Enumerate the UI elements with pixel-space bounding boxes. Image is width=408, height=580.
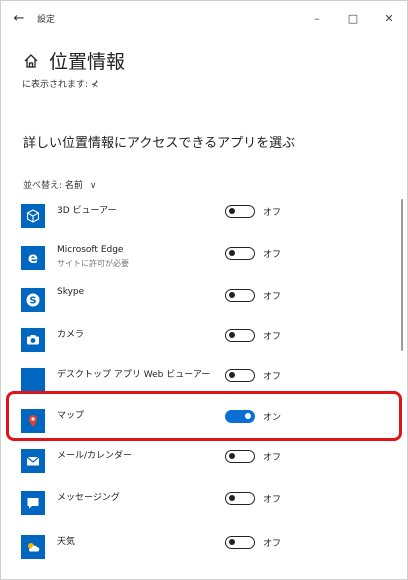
location-toggle[interactable] bbox=[225, 450, 255, 463]
toggle-knob bbox=[229, 208, 235, 214]
page-title: 位置情報 bbox=[49, 51, 126, 73]
app-row: マップ オン bbox=[1, 404, 407, 444]
back-button[interactable]: ← bbox=[1, 11, 37, 26]
location-toggle[interactable] bbox=[225, 536, 255, 549]
weather-icon bbox=[21, 535, 45, 559]
window-controls: – □ ✕ bbox=[299, 1, 407, 35]
home-icon bbox=[24, 53, 38, 68]
app-row: S Skype オフ bbox=[1, 283, 407, 323]
svg-text:e: e bbox=[28, 250, 38, 266]
toggle-state-label: オフ bbox=[263, 495, 282, 505]
location-toggle[interactable] bbox=[225, 247, 255, 260]
toggle-knob bbox=[229, 453, 235, 459]
toggle-knob bbox=[229, 250, 235, 256]
location-toggle[interactable] bbox=[225, 329, 255, 342]
location-subtext: に表示されます: ⊀ bbox=[22, 80, 99, 90]
toggle-knob bbox=[229, 332, 235, 338]
sort-value: 名前 bbox=[64, 181, 83, 191]
app-name: 天気 bbox=[57, 537, 76, 547]
app-name: デスクトップ アプリ Web ビューアー bbox=[57, 370, 211, 380]
toggle-state-label: オフ bbox=[263, 539, 282, 549]
app-row: メッセージング オフ bbox=[1, 486, 407, 526]
app-name: メッセージング bbox=[57, 493, 120, 503]
maps-icon bbox=[21, 409, 45, 433]
settings-window: ← 設定 – □ ✕ 位置情報 に表示されます: ⊀ 詳しい位置情報にアクセスで… bbox=[0, 0, 408, 580]
toggle-state-label: オフ bbox=[263, 332, 282, 342]
toggle-state-label: オフ bbox=[263, 208, 282, 218]
toggle-knob bbox=[229, 292, 235, 298]
toggle-state-label: オフ bbox=[263, 372, 282, 382]
sort-label: 並べ替え: bbox=[23, 181, 63, 191]
toggle-knob bbox=[229, 495, 235, 501]
app-row: デスクトップ アプリ Web ビューアー オフ bbox=[1, 363, 407, 403]
app-row: メール/カレンダー オフ bbox=[1, 444, 407, 484]
toggle-state-label: オフ bbox=[263, 292, 282, 302]
location-toggle[interactable] bbox=[225, 410, 255, 423]
toggle-state-label: オフ bbox=[263, 250, 282, 260]
close-button[interactable]: ✕ bbox=[371, 1, 407, 35]
app-name: マップ bbox=[57, 411, 85, 421]
window-title: 設定 bbox=[37, 14, 56, 25]
chevron-down-icon: ∨ bbox=[89, 181, 97, 191]
app-row: 天気 オフ bbox=[1, 530, 407, 570]
cube-icon bbox=[21, 204, 45, 228]
svg-text:S: S bbox=[29, 296, 36, 307]
app-name: Skype bbox=[57, 287, 85, 297]
location-toggle[interactable] bbox=[225, 369, 255, 382]
sort-dropdown[interactable]: 並べ替え: 名前 ∨ bbox=[23, 178, 96, 191]
skype-icon: S bbox=[21, 288, 45, 312]
toggle-knob bbox=[245, 413, 251, 419]
location-toggle[interactable] bbox=[225, 492, 255, 505]
edge-icon: e bbox=[21, 246, 45, 270]
toggle-state-label: オフ bbox=[263, 453, 282, 463]
scrollbar[interactable] bbox=[401, 199, 403, 351]
app-row: e Microsoft Edge サイトに許可が必要 オフ bbox=[1, 241, 407, 281]
toggle-knob bbox=[229, 372, 235, 378]
app-name: カメラ bbox=[57, 330, 85, 340]
maximize-button[interactable]: □ bbox=[335, 1, 371, 35]
location-toggle[interactable] bbox=[225, 289, 255, 302]
web-viewer-icon bbox=[21, 368, 45, 392]
app-row: 3D ビューアー オフ bbox=[1, 199, 407, 239]
camera-icon bbox=[21, 328, 45, 352]
app-subtitle: サイトに許可が必要 bbox=[57, 259, 129, 268]
section-heading: 詳しい位置情報にアクセスできるアプリを選ぶ bbox=[23, 136, 296, 151]
messaging-icon bbox=[21, 491, 45, 515]
location-toggle[interactable] bbox=[225, 205, 255, 218]
title-bar: ← 設定 – □ ✕ bbox=[1, 1, 407, 35]
mail-icon bbox=[21, 449, 45, 473]
app-name: 3D ビューアー bbox=[57, 206, 117, 216]
minimize-button[interactable]: – bbox=[299, 1, 335, 35]
app-name: メール/カレンダー bbox=[57, 451, 133, 461]
page-header: 位置情報 bbox=[23, 47, 125, 74]
app-name: Microsoft Edge bbox=[57, 245, 124, 255]
app-row: カメラ オフ bbox=[1, 323, 407, 363]
toggle-state-label: オン bbox=[263, 413, 282, 423]
toggle-knob bbox=[229, 539, 235, 545]
